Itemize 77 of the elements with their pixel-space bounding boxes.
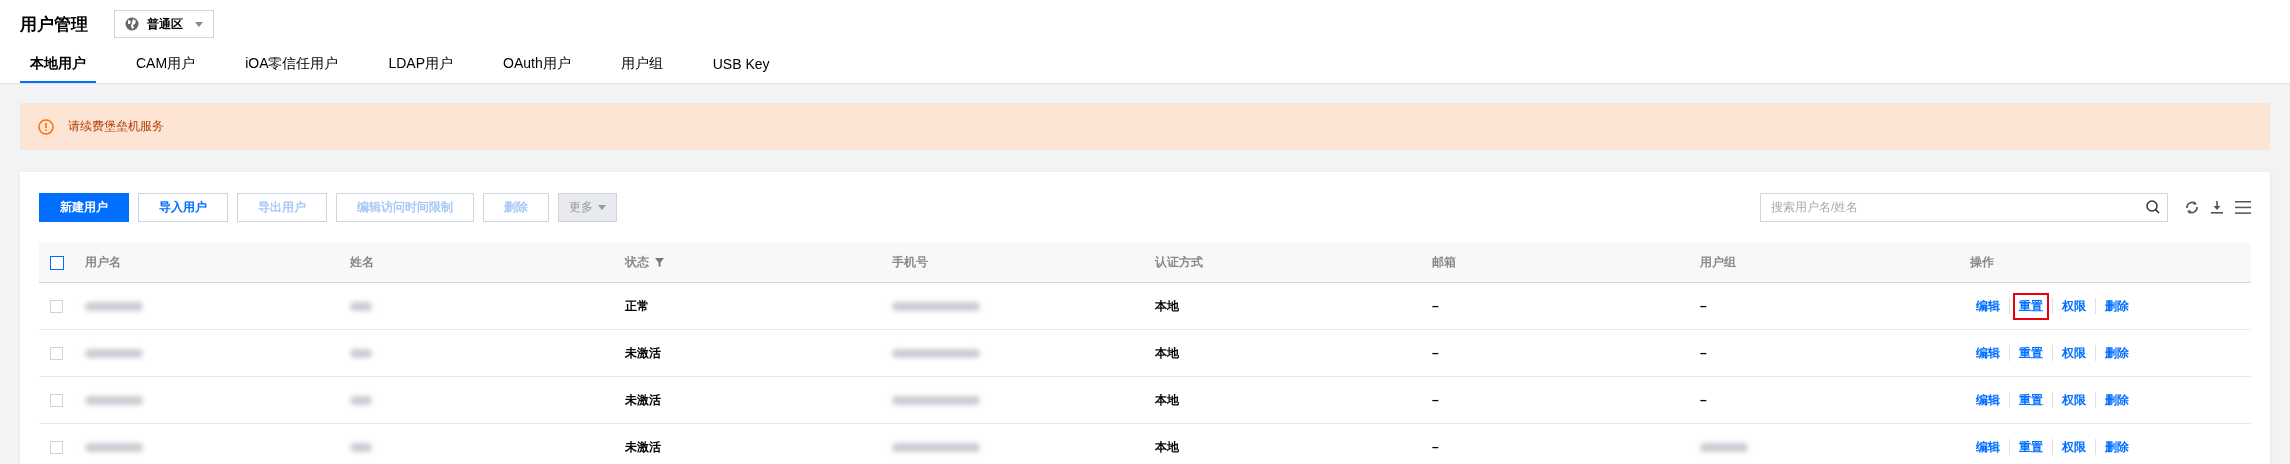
table-cell: 本地 xyxy=(1155,392,1179,407)
action-link[interactable]: 编辑 xyxy=(1970,339,2006,367)
action-link[interactable]: 删除 xyxy=(2099,386,2135,414)
row-checkbox[interactable] xyxy=(50,441,63,455)
column-header: 邮箱 xyxy=(1432,255,1456,269)
download-icon[interactable] xyxy=(2211,200,2223,214)
tab[interactable]: CAM用户 xyxy=(136,48,196,83)
row-checkbox[interactable] xyxy=(50,394,63,408)
blurred-text xyxy=(85,302,143,312)
blurred-text xyxy=(85,349,143,359)
table-cell: – xyxy=(1432,299,1439,313)
action-link[interactable]: 编辑 xyxy=(1970,433,2006,461)
blurred-text xyxy=(85,396,143,406)
region-label: 普通区 xyxy=(147,15,183,33)
table-cell: – xyxy=(1700,299,1707,313)
tab[interactable]: 用户组 xyxy=(620,48,663,83)
filter-icon[interactable] xyxy=(655,258,664,267)
column-header: 认证方式 xyxy=(1155,255,1203,269)
table-cell: – xyxy=(1700,346,1707,360)
table-cell: – xyxy=(1700,393,1707,407)
action-link[interactable]: 删除 xyxy=(2099,292,2135,320)
column-header: 姓名 xyxy=(350,255,374,269)
column-header: 操作 xyxy=(1970,255,1994,269)
caret-icon xyxy=(195,21,203,27)
menu-icon[interactable] xyxy=(2235,200,2251,214)
table-cell: 本地 xyxy=(1155,439,1179,454)
action-link[interactable]: 编辑 xyxy=(1970,386,2006,414)
tab[interactable]: iOA零信任用户 xyxy=(245,48,339,83)
table-cell: 未激活 xyxy=(625,439,661,454)
alert-text: 请续费堡垒机服务 xyxy=(68,118,164,135)
row-checkbox[interactable] xyxy=(50,347,63,361)
search-icon[interactable] xyxy=(2146,199,2160,214)
toolbar-button[interactable]: 新建用户 xyxy=(39,192,129,222)
action-link[interactable]: 重置 xyxy=(2013,292,2049,320)
action-link[interactable]: 权限 xyxy=(2056,339,2092,367)
tab[interactable]: 本地用户 xyxy=(20,48,96,83)
warning-icon xyxy=(38,118,54,135)
action-link[interactable]: 删除 xyxy=(2099,433,2135,461)
action-link[interactable]: 重置 xyxy=(2013,433,2049,461)
toolbar-button[interactable]: 导入用户 xyxy=(138,192,228,222)
blurred-text xyxy=(350,443,372,453)
tab[interactable]: OAuth用户 xyxy=(503,48,571,83)
blurred-text xyxy=(85,443,143,453)
table-cell: 本地 xyxy=(1155,298,1179,313)
search-field[interactable]: 搜索用户名/姓名 xyxy=(1760,192,2168,222)
action-link[interactable]: 权限 xyxy=(2056,292,2092,320)
table-cell: – xyxy=(1432,393,1439,407)
row-checkbox[interactable] xyxy=(50,300,63,314)
action-link[interactable]: 权限 xyxy=(2056,386,2092,414)
table-cell: 本地 xyxy=(1155,345,1179,360)
action-link[interactable]: 权限 xyxy=(2056,433,2092,461)
column-header: 用户组 xyxy=(1700,255,1736,269)
select-all-checkbox[interactable] xyxy=(50,255,64,270)
page-title: 用户管理 xyxy=(20,13,88,36)
table-cell: – xyxy=(1432,346,1439,360)
region-dropdown[interactable]: 普通区 xyxy=(114,10,214,38)
blurred-text xyxy=(350,396,372,406)
action-link[interactable]: 重置 xyxy=(2013,386,2049,414)
column-header: 状态 xyxy=(625,254,649,271)
table-cell: 未激活 xyxy=(625,392,661,407)
more-dropdown[interactable]: 更多 xyxy=(558,192,617,222)
globe-icon xyxy=(125,17,139,31)
column-header: 手机号 xyxy=(892,255,928,269)
caret-icon xyxy=(598,204,606,210)
blurred-text xyxy=(350,302,372,312)
refresh-icon[interactable] xyxy=(2185,199,2199,215)
action-link[interactable]: 删除 xyxy=(2099,339,2135,367)
tab[interactable]: USB Key xyxy=(712,48,770,83)
blurred-text xyxy=(350,349,372,359)
column-header: 用户名 xyxy=(85,255,121,269)
tab[interactable]: LDAP用户 xyxy=(388,48,454,83)
blurred-text xyxy=(1700,443,1748,453)
table-cell: 正常 xyxy=(625,298,649,313)
action-link[interactable]: 重置 xyxy=(2013,339,2049,367)
table-cell: – xyxy=(1432,440,1439,454)
action-link[interactable]: 编辑 xyxy=(1970,292,2006,320)
table-cell: 未激活 xyxy=(625,345,661,360)
